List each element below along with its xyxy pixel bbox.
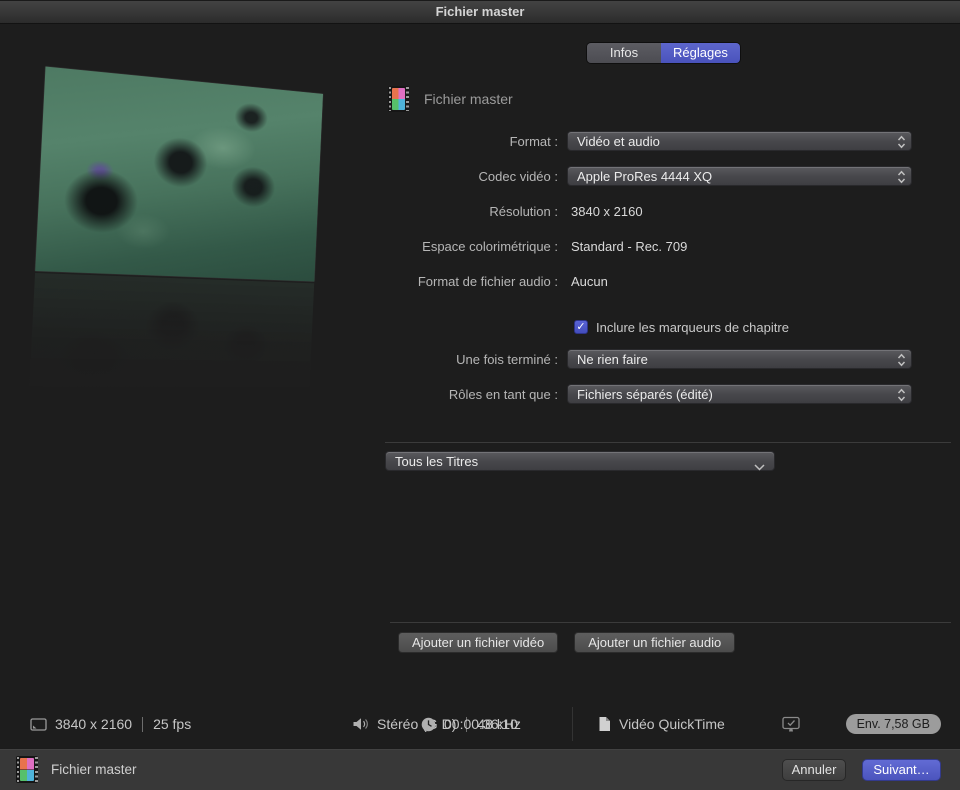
master-file-icon <box>16 756 38 783</box>
chapter-markers-row: ✓ Inclure les marqueurs de chapitre <box>0 319 920 335</box>
chevron-down-icon <box>754 459 765 474</box>
vertical-divider <box>572 707 573 741</box>
chapter-markers-checkbox[interactable]: ✓ <box>574 320 588 334</box>
add-file-buttons: Ajouter un fichier vidéo Ajouter un fich… <box>398 632 735 653</box>
destination-header: Fichier master <box>388 86 513 112</box>
footer-title: Fichier master <box>51 762 137 777</box>
document-icon <box>598 716 611 732</box>
stepper-icon <box>897 170 906 187</box>
check-icon: ✓ <box>576 321 585 333</box>
format-select[interactable]: Vidéo et audio <box>567 131 912 151</box>
stepper-icon <box>897 135 906 152</box>
next-button[interactable]: Suivant… <box>862 759 941 781</box>
when-done-row: Une fois terminé : Ne rien faire <box>0 349 920 369</box>
format-label: Format : <box>0 134 567 149</box>
stepper-icon <box>897 353 906 370</box>
destination-title: Fichier master <box>424 91 513 107</box>
monitor-check-icon <box>781 716 801 733</box>
window-title: Fichier master <box>436 4 525 19</box>
audio-format-label: Format de fichier audio : <box>0 274 567 289</box>
resolution-info: 3840 x 2160 25 fps <box>30 700 191 748</box>
add-video-file-button[interactable]: Ajouter un fichier vidéo <box>398 632 558 653</box>
resolution-label: Résolution : <box>0 204 567 219</box>
add-audio-file-button[interactable]: Ajouter un fichier audio <box>574 632 735 653</box>
codec-select-value: Apple ProRes 4444 XQ <box>577 169 712 184</box>
cancel-button[interactable]: Annuler <box>782 759 846 781</box>
resolution-text: 3840 x 2160 <box>55 716 132 732</box>
format-select-value: Vidéo et audio <box>577 134 660 149</box>
roles-select-value: Fichiers séparés (édité) <box>577 387 713 402</box>
chapter-markers-label: Inclure les marqueurs de chapitre <box>596 320 789 335</box>
tab-bar: Infos Réglages <box>587 43 740 63</box>
roles-label: Rôles en tant que : <box>0 387 567 402</box>
duration-text: 00:00:36:10 <box>444 716 518 732</box>
tab-infos[interactable]: Infos <box>587 43 661 63</box>
separator <box>142 717 143 732</box>
resolution-row: Résolution : 3840 x 2160 <box>0 201 920 221</box>
footer-bar: Fichier master Annuler Suivant… <box>0 748 960 790</box>
colorspace-row: Espace colorimétrique : Standard - Rec. … <box>0 236 920 256</box>
stepper-icon <box>897 388 906 405</box>
file-type-text: Vidéo QuickTime <box>619 716 725 732</box>
codec-row: Codec vidéo : Apple ProRes 4444 XQ <box>0 166 920 186</box>
when-done-label: Une fois terminé : <box>0 352 567 367</box>
speaker-icon <box>352 717 369 731</box>
colorspace-label: Espace colorimétrique : <box>0 239 567 254</box>
when-done-select[interactable]: Ne rien faire <box>567 349 912 369</box>
divider <box>385 442 951 443</box>
when-done-select-value: Ne rien faire <box>577 352 648 367</box>
colorspace-value: Standard - Rec. 709 <box>567 239 687 254</box>
titles-select-value: Tous les Titres <box>395 454 478 469</box>
estimated-size-badge: Env. 7,58 GB <box>846 714 941 734</box>
tab-reglages[interactable]: Réglages <box>661 43 740 63</box>
resolution-value: 3840 x 2160 <box>567 204 643 219</box>
media-info-bar: 3840 x 2160 25 fps Stéréo (G D) 48 kHz 0… <box>0 700 960 748</box>
framerate-text: 25 fps <box>153 716 191 732</box>
duration-info: 00:00:36:10 <box>421 700 518 748</box>
audio-format-row: Format de fichier audio : Aucun <box>0 271 920 291</box>
clock-icon <box>421 717 436 732</box>
audio-format-value: Aucun <box>567 274 608 289</box>
settings-form: Format : Vidéo et audio Codec vidéo : Ap… <box>0 131 920 419</box>
codec-select[interactable]: Apple ProRes 4444 XQ <box>567 166 912 186</box>
format-row: Format : Vidéo et audio <box>0 131 920 151</box>
codec-label: Codec vidéo : <box>0 169 567 184</box>
titles-select[interactable]: Tous les Titres <box>385 451 775 471</box>
compatibility-indicator <box>781 700 801 748</box>
master-file-icon <box>388 86 409 112</box>
roles-select[interactable]: Fichiers séparés (édité) <box>567 384 912 404</box>
file-type-info: Vidéo QuickTime <box>598 700 725 748</box>
window-titlebar: Fichier master <box>0 0 960 24</box>
divider <box>390 622 951 623</box>
roles-row: Rôles en tant que : Fichiers séparés (éd… <box>0 384 920 404</box>
aspect-ratio-icon <box>30 718 47 731</box>
